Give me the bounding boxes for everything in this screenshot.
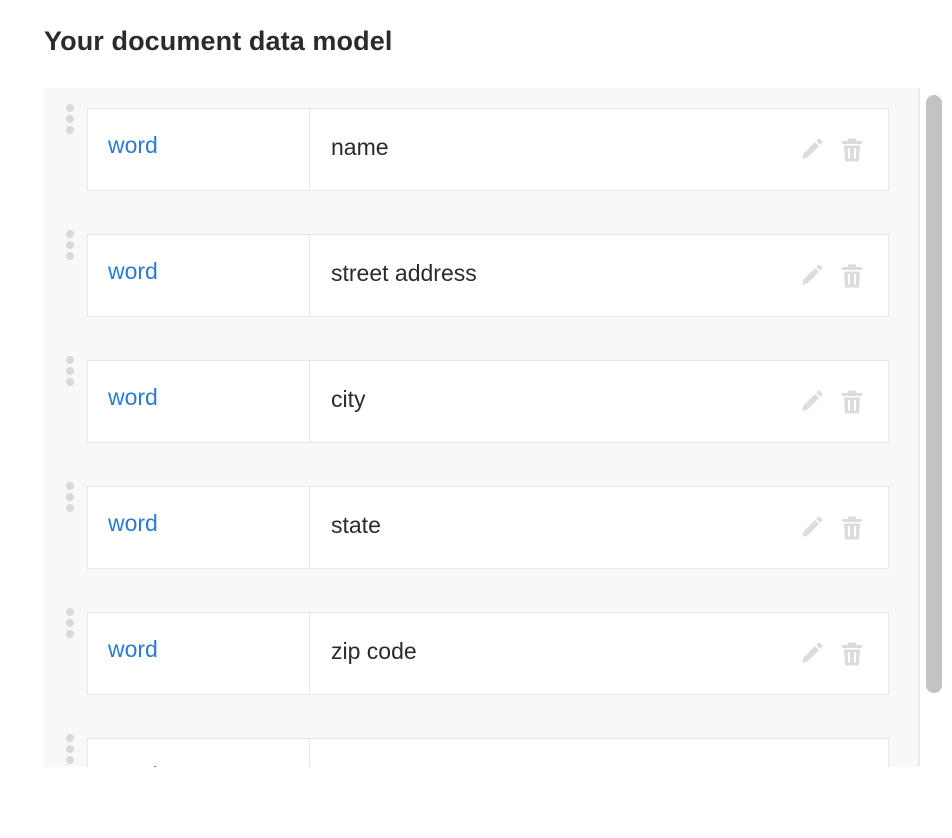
list-item: word <box>44 718 918 767</box>
field-type-link[interactable]: word <box>108 384 158 411</box>
field-card: word street address <box>87 234 889 317</box>
edit-button[interactable] <box>798 263 824 289</box>
edit-button[interactable] <box>798 515 824 541</box>
list-item: word name <box>44 88 918 191</box>
field-type-cell: word <box>88 487 310 568</box>
field-type-link[interactable]: word <box>108 636 158 663</box>
delete-button[interactable] <box>839 137 865 163</box>
field-type-link[interactable]: word <box>108 132 158 159</box>
page-title: Your document data model <box>44 26 393 56</box>
trash-icon <box>842 642 862 666</box>
delete-button[interactable] <box>839 263 865 289</box>
trash-icon <box>842 138 862 162</box>
field-name: name <box>331 134 389 160</box>
trash-icon <box>842 264 862 288</box>
field-card: word city <box>87 360 889 443</box>
list-item: word state <box>44 466 918 569</box>
field-type-link[interactable]: word <box>108 510 158 537</box>
list-item: word street address <box>44 214 918 317</box>
pencil-icon <box>802 138 823 159</box>
drag-handle-icon[interactable] <box>65 482 75 514</box>
drag-handle-icon[interactable] <box>65 356 75 388</box>
drag-handle-icon[interactable] <box>65 734 75 766</box>
field-name: street address <box>331 260 477 286</box>
field-type-link[interactable]: word <box>108 762 158 767</box>
field-card: word zip code <box>87 612 889 695</box>
delete-button[interactable] <box>839 641 865 667</box>
field-name: city <box>331 386 366 412</box>
drag-handle-icon[interactable] <box>65 608 75 640</box>
field-type-link[interactable]: word <box>108 258 158 285</box>
pencil-icon <box>802 390 823 411</box>
data-model-page: Your document data model word name word … <box>0 0 952 838</box>
field-name: state <box>331 512 381 538</box>
field-card: word name <box>87 108 889 191</box>
edit-button[interactable] <box>798 137 824 163</box>
pencil-icon <box>802 516 823 537</box>
pencil-icon <box>802 264 823 285</box>
field-type-cell: word <box>88 109 310 190</box>
field-card: word state <box>87 486 889 569</box>
field-name: zip code <box>331 638 417 664</box>
trash-icon <box>842 390 862 414</box>
field-type-cell: word <box>88 613 310 694</box>
scrollbar-thumb[interactable] <box>926 95 942 693</box>
edit-button[interactable] <box>798 641 824 667</box>
field-type-cell: word <box>88 739 310 767</box>
drag-handle-icon[interactable] <box>65 104 75 136</box>
field-type-cell: word <box>88 361 310 442</box>
delete-button[interactable] <box>839 515 865 541</box>
delete-button[interactable] <box>839 389 865 415</box>
field-type-cell: word <box>88 235 310 316</box>
list-item: word zip code <box>44 592 918 695</box>
field-card: word <box>87 738 889 767</box>
drag-handle-icon[interactable] <box>65 230 75 262</box>
edit-button[interactable] <box>798 389 824 415</box>
trash-icon <box>842 516 862 540</box>
pencil-icon <box>802 642 823 663</box>
field-list: word name word street address word city … <box>44 88 918 767</box>
list-item: word city <box>44 340 918 443</box>
